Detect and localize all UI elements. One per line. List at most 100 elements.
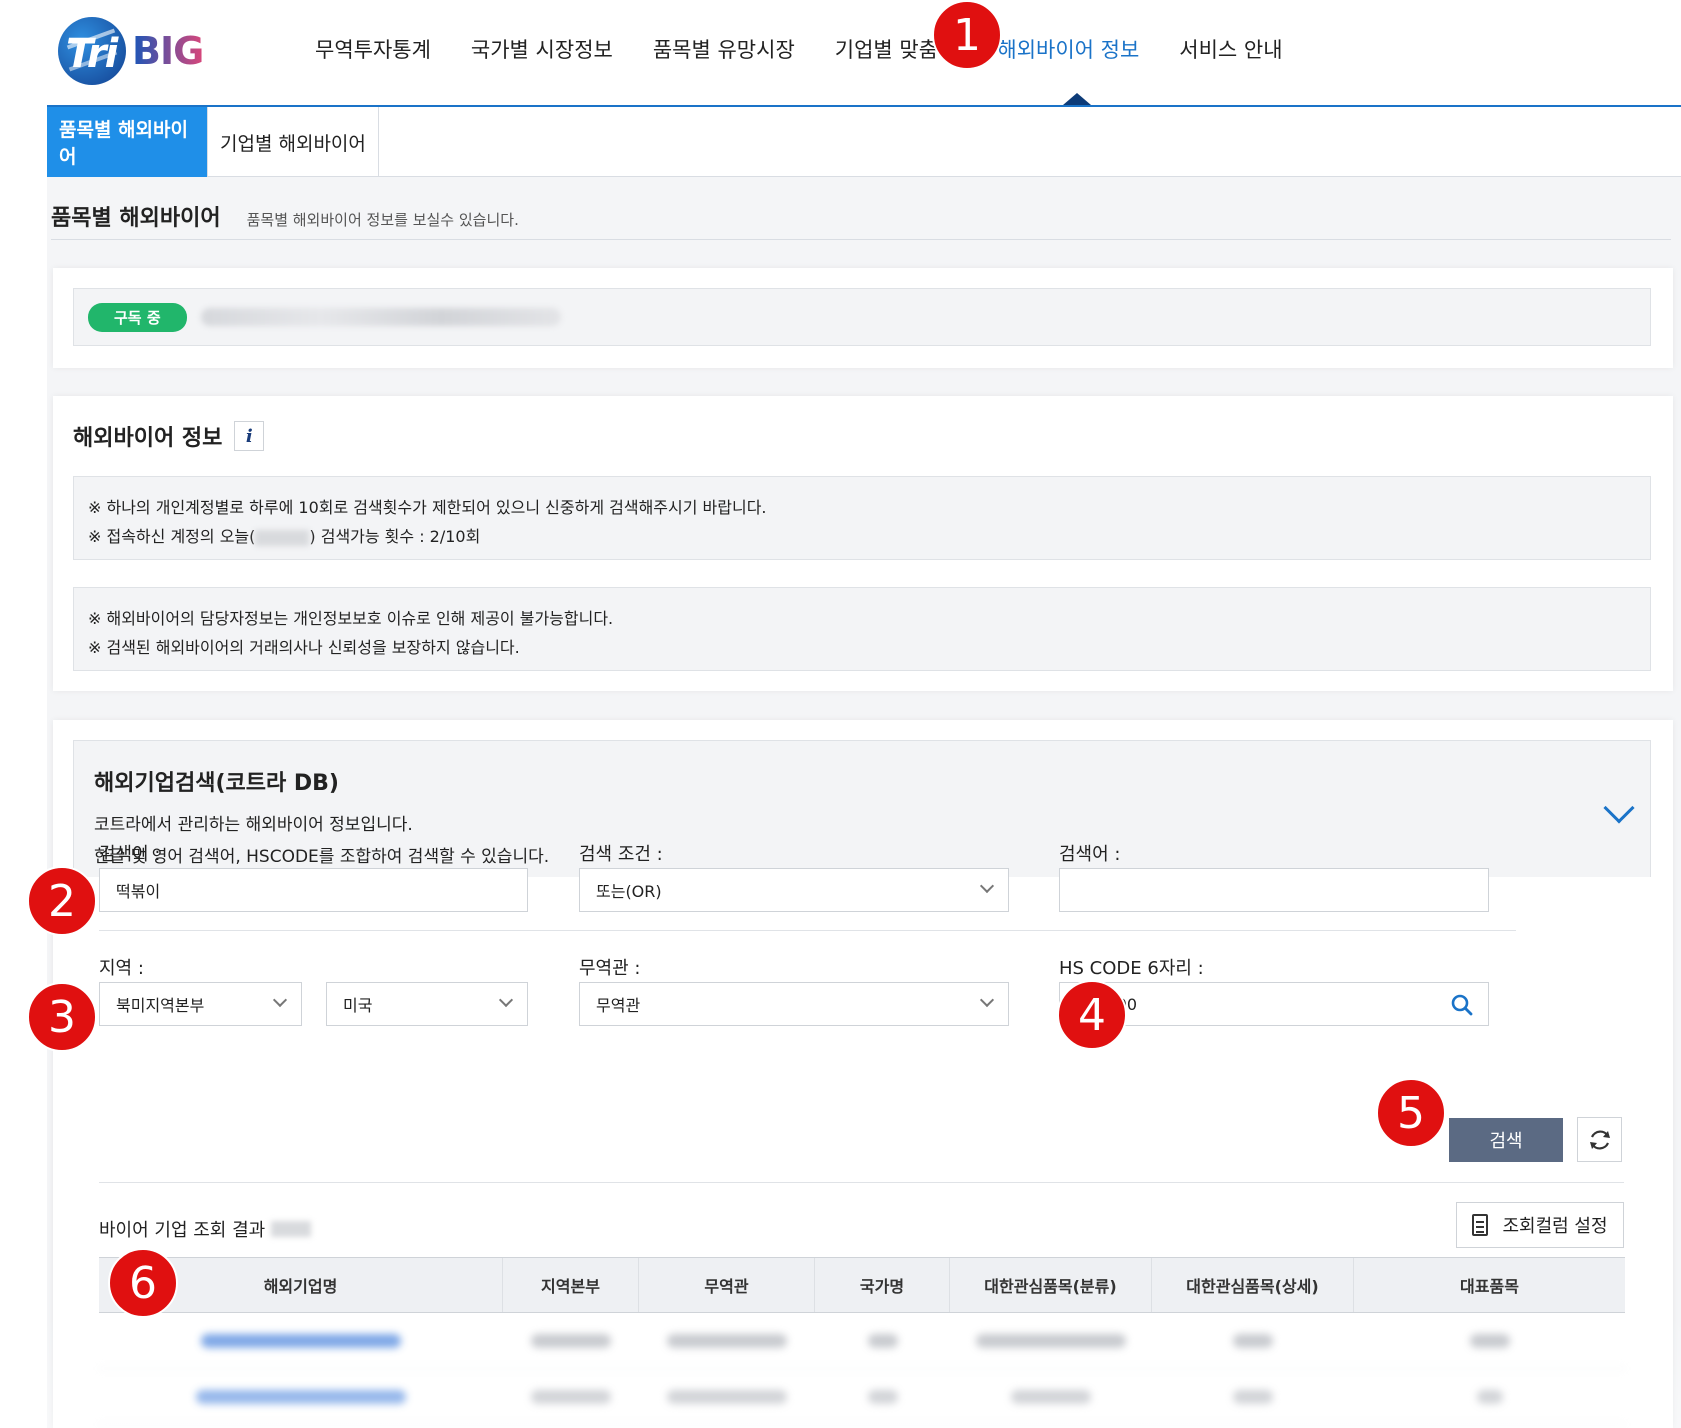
column-setting-label: 조회컬럼 설정 [1502,1216,1608,1237]
blurred-cell [531,1389,611,1404]
subscription-bar: 구독 중 [73,288,1651,346]
step-marker-6: 6 [108,1248,178,1318]
reset-button[interactable] [1577,1117,1622,1162]
column-setting-button[interactable]: 조회컬럼 설정 [1456,1202,1624,1248]
chevron-down-icon [979,992,995,1008]
page: Tri BIG 무역투자통계 국가별 시장정보 품목별 유망시장 기업별 맞춤정… [47,0,1681,1428]
step-marker-5: 5 [1376,1078,1446,1148]
blurred-company-link[interactable] [201,1333,401,1348]
divider [99,930,1516,931]
keyword-label: 검색어 : [99,844,161,865]
step-marker-4: 4 [1057,980,1127,1050]
nav-country-market[interactable]: 국가별 시장정보 [471,34,613,64]
search-limit-notice: ※ 하나의 개인계정별로 하루에 10회로 검색횟수가 제한되어 있으니 신중하… [73,476,1651,560]
nav-service-guide[interactable]: 서비스 안내 [1179,34,1282,64]
blurred-date [255,529,310,546]
blurred-cell [667,1333,787,1348]
notice-line: ※ 검색된 해외바이어의 거래의사나 신뢰성을 보장하지 않습니다. [88,638,520,657]
buyer-info-card: 해외바이어 정보 i ※ 하나의 개인계정별로 하루에 10회로 검색횟수가 제… [53,396,1673,691]
search-button[interactable]: 검색 [1449,1118,1563,1162]
keyword2-label: 검색어 : [1059,844,1121,865]
nav-product-market[interactable]: 품목별 유망시장 [653,34,795,64]
nav-overseas-buyer[interactable]: 해외바이어 정보 [997,34,1139,64]
country-select[interactable]: 미국 [326,982,528,1026]
page-title: 품목별 해외바이어 [51,206,221,231]
blurred-cell [531,1333,611,1348]
office-value: 무역관 [596,996,641,1015]
divider [99,1182,1624,1183]
results-table: 해외기업명 지역본부 무역관 국가명 대한관심품목(분류) 대한관심품목(상세)… [99,1257,1625,1425]
blurred-cell [1476,1389,1503,1404]
buyer-info-title: 해외바이어 정보 i [73,420,265,452]
main-nav: 무역투자통계 국가별 시장정보 품목별 유망시장 기업별 맞춤정 해외바이어 정… [315,34,1323,64]
step-marker-3: 3 [27,982,97,1052]
table-row[interactable] [99,1369,1625,1425]
notice-line: ※ 하나의 개인계정별로 하루에 10회로 검색횟수가 제한되어 있으니 신중하… [88,498,767,517]
search-icon[interactable] [1450,993,1474,1017]
globe-logo-icon: Tri [58,17,126,85]
keyword-input[interactable] [99,868,528,912]
subscription-badge: 구독 중 [88,302,187,332]
column-header[interactable]: 국가명 [815,1258,950,1312]
search-desc-1: 코트라에서 관리하는 해외바이어 정보입니다. [94,815,413,835]
table-header: 해외기업명 지역본부 무역관 국가명 대한관심품목(분류) 대한관심품목(상세)… [99,1257,1625,1313]
blurred-cell [867,1389,898,1404]
search-title: 해외기업검색(코트라 DB) [94,771,339,796]
condition-select[interactable]: 또는(OR) [579,868,1009,912]
notice-line: ※ 접속하신 계정의 오늘( ) 검색가능 횟수 : 2/10회 [88,522,1636,551]
blurred-cell [667,1389,787,1404]
logo-text: BIG [132,29,204,73]
blurred-subscription-info [200,308,561,326]
office-select[interactable]: 무역관 [579,982,1009,1026]
tab-product-buyer[interactable]: 품목별 해외바이어 [47,107,208,177]
notice-prefix: ※ 접속하신 계정의 오늘( [88,527,256,546]
condition-label: 검색 조건 : [579,844,663,865]
region-value: 북미지역본부 [116,996,205,1015]
condition-value: 또는(OR) [596,882,662,901]
blurred-cell [867,1333,898,1348]
nav-trade-stats[interactable]: 무역투자통계 [315,34,431,64]
step-marker-2: 2 [27,866,97,936]
blurred-cell [1233,1389,1273,1404]
column-header[interactable]: 무역관 [639,1258,815,1312]
blurred-company-link[interactable] [196,1389,406,1404]
results-title-text: 바이어 기업 조회 결과 [99,1220,266,1241]
notice-suffix: ) 검색가능 횟수 : 2/10회 [309,527,481,546]
notice-line: ※ 해외바이어의 담당자정보는 개인정보보호 이슈로 인해 제공이 불가능합니다… [88,609,614,628]
region-label: 지역 : [99,958,144,979]
chevron-down-icon [272,992,288,1008]
blurred-result-count [271,1221,312,1237]
hscode-label: HS CODE 6자리 : [1059,958,1204,979]
keyword-input-field[interactable] [116,880,486,900]
company-search-card: 해외기업검색(코트라 DB) 코트라에서 관리하는 해외바이어 정보입니다. 한… [53,720,1673,1428]
page-heading: 품목별 해외바이어 품목별 해외바이어 정보를 보실수 있습니다. [51,200,1671,240]
top-header: Tri BIG 무역투자통계 국가별 시장정보 품목별 유망시장 기업별 맞춤정… [47,0,1681,107]
country-value: 미국 [343,996,373,1015]
active-nav-caret-icon [1063,93,1091,105]
office-label: 무역관 : [579,958,641,979]
keyword2-input[interactable] [1059,868,1489,912]
hscode-input-field[interactable] [1076,994,1447,1014]
blurred-cell [976,1333,1126,1348]
blurred-cell [1469,1333,1510,1348]
keyword2-input-field[interactable] [1076,880,1447,900]
column-header[interactable]: 대한관심품목(분류) [950,1258,1152,1312]
column-header[interactable]: 대한관심품목(상세) [1152,1258,1354,1312]
chevron-down-icon [979,878,995,894]
info-icon[interactable]: i [234,421,265,451]
document-icon [1472,1214,1489,1236]
buyer-info-title-text: 해외바이어 정보 [73,426,223,451]
column-header[interactable]: 지역본부 [503,1258,639,1312]
column-header[interactable]: 대표품목 [1354,1258,1625,1312]
search-header[interactable]: 해외기업검색(코트라 DB) 코트라에서 관리하는 해외바이어 정보입니다. 한… [73,740,1651,877]
step-marker-1: 1 [932,0,1002,70]
chevron-down-icon [498,992,514,1008]
tribig-logo[interactable]: Tri BIG [58,16,204,86]
region-select[interactable]: 북미지역본부 [99,982,302,1026]
table-row[interactable] [99,1313,1625,1369]
refresh-icon [1589,1130,1610,1149]
privacy-notice: ※ 해외바이어의 담당자정보는 개인정보보호 이슈로 인해 제공이 불가능합니다… [73,587,1651,671]
tab-company-buyer[interactable]: 기업별 해외바이어 [208,107,379,177]
blurred-cell [1233,1333,1273,1348]
sub-tabs: 품목별 해외바이어 기업별 해외바이어 [47,107,1681,177]
